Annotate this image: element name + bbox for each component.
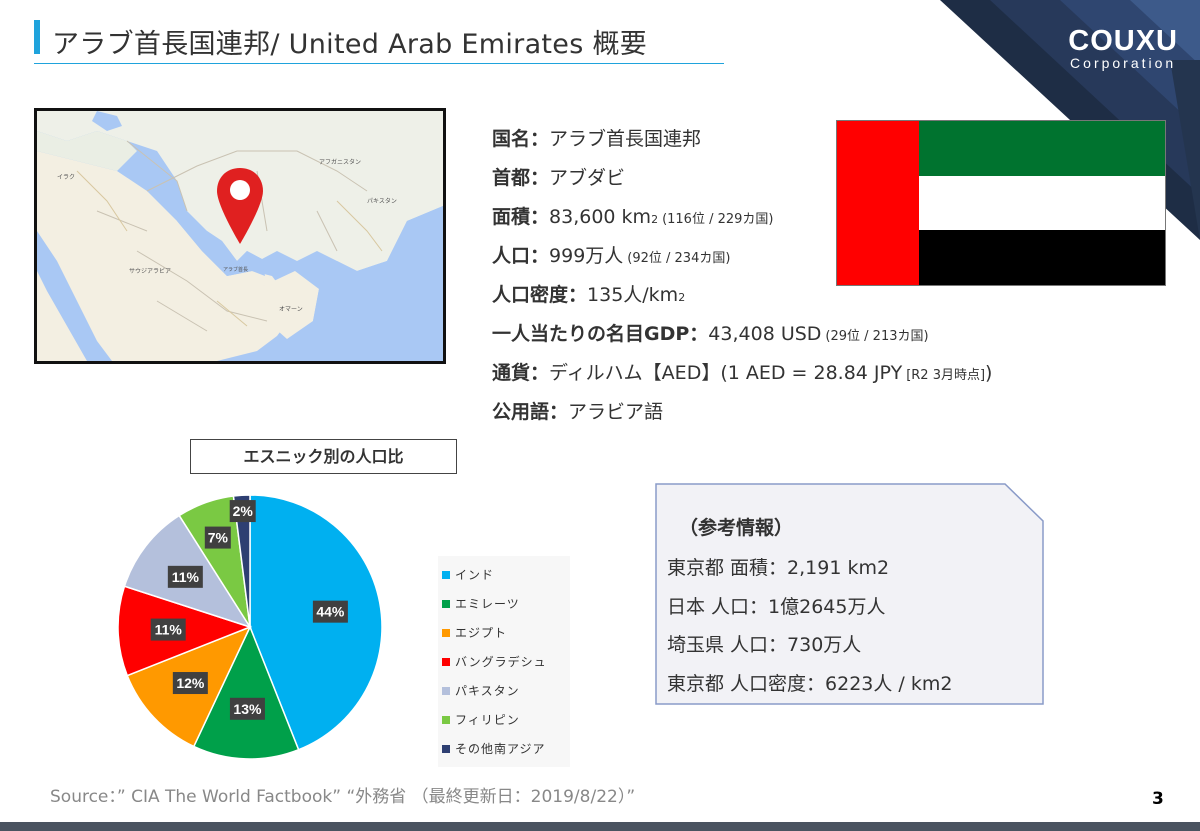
chart-title: エスニック別の人口比 [190, 439, 457, 474]
info-currency: 通貨： ディルハム【AED】(1 AED = 28.84 JPY [R2 3月時… [492, 358, 992, 397]
bottom-bar [0, 822, 1200, 831]
legend-label: フィリピン [455, 713, 520, 727]
legend-item: エミレーツ [442, 589, 566, 618]
legend-label: バングラデシュ [455, 655, 547, 669]
legend-label: インド [455, 568, 495, 582]
legend-swatch [442, 657, 450, 666]
pie-data-label: 13% [229, 697, 265, 720]
info-paren: ) [985, 362, 993, 384]
reference-content: （参考情報） 東京都 面積：2,191 km2 日本 人口：1億2645万人 埼… [667, 513, 952, 705]
pie-data-label: 2% [229, 500, 256, 523]
info-label: 公用語： [492, 401, 569, 423]
legend-item: その他南アジア [442, 734, 566, 763]
pie-data-label: 11% [150, 618, 186, 641]
info-note: [R2 3月時点] [906, 368, 986, 383]
info-label: 人口密度： [492, 284, 588, 306]
map-pin-icon [217, 168, 263, 244]
page-title: アラブ首長国連邦/ United Arab Emirates 概要 [52, 29, 648, 60]
info-rank: (29位 / 213カ国) [825, 329, 929, 344]
svg-text:12%: 12% [176, 675, 205, 691]
svg-text:2%: 2% [233, 503, 254, 519]
pie-data-label: 44% [312, 600, 348, 623]
svg-text:7%: 7% [208, 530, 229, 546]
info-value: 43,408 USD [708, 323, 822, 345]
info-value: 999万人 [549, 245, 624, 267]
info-label: 国名： [492, 128, 550, 150]
info-rank: (116位 / 229カ国) [662, 212, 774, 227]
legend-swatch [442, 570, 450, 579]
flag-red-band [837, 121, 919, 285]
logo-subtitle: Corporation [1070, 55, 1177, 71]
flag-white-band [919, 175, 1165, 231]
page-number: 3 [1152, 789, 1164, 809]
pie-data-label: 11% [167, 565, 203, 588]
legend-label: その他南アジア [455, 742, 546, 756]
info-label: 首都： [492, 167, 550, 189]
reference-line: 東京都 面積：2,191 km2 [667, 557, 890, 579]
legend-swatch [442, 744, 450, 753]
svg-text:11%: 11% [155, 622, 183, 638]
flag-green-band [919, 121, 1165, 176]
info-label: 面積： [492, 206, 550, 228]
info-label: 通貨： [492, 362, 550, 384]
legend-swatch [442, 599, 450, 608]
svg-text:パキスタン: パキスタン [367, 197, 397, 205]
info-superscript: 2 [651, 213, 659, 226]
info-value: 83,600 km [549, 206, 652, 228]
chart-legend: インドエミレーツエジプトバングラデシュ パキスタンフィリピンその他南アジア [438, 556, 570, 767]
svg-text:11%: 11% [172, 569, 200, 585]
pie-data-label: 7% [204, 526, 231, 549]
logo-name: COUXU [1068, 25, 1178, 57]
info-value: ディルハム【AED】(1 AED = 28.84 JPY [549, 362, 903, 384]
svg-text:サウジアラビア: サウジアラビア [129, 267, 171, 275]
legend-swatch [442, 686, 450, 695]
legend-item: バングラデシュ [442, 647, 566, 676]
ethnic-pie-chart: 44% 13% 12% 11% 11% 7% 2% [100, 482, 400, 772]
info-value: アラビア語 [568, 401, 664, 423]
info-label: 一人当たりの名目GDP： [492, 323, 709, 345]
source-citation: Source：” CIA The World Factbook” “外務省 （最… [50, 787, 636, 807]
reference-line: 日本 人口：1億2645万人 [667, 595, 886, 618]
info-rank: (92位 / 234カ国) [627, 251, 731, 266]
svg-text:44%: 44% [316, 604, 345, 620]
svg-text:13%: 13% [233, 701, 262, 717]
info-value: アラブ首長国連邦 [549, 128, 702, 150]
svg-text:アラブ首長: アラブ首長 [223, 266, 248, 273]
reference-line: 埼玉県 人口：730万人 [667, 634, 862, 656]
pie-svg: 44% 13% 12% 11% 11% 7%2% [117, 494, 383, 760]
info-language: 公用語： アラビア語 [492, 397, 992, 436]
legend-swatch [442, 628, 450, 637]
reference-line: 東京都 人口密度：6223人 / km2 [667, 672, 953, 695]
legend-label: パキスタン [455, 684, 520, 698]
reference-title: （参考情報） [679, 517, 794, 539]
reference-box: （参考情報） 東京都 面積：2,191 km2 日本 人口：1億2645万人 埼… [655, 483, 1044, 705]
info-value: 135人/km [587, 284, 679, 306]
legend-swatch [442, 715, 450, 724]
legend-item: フィリピン [442, 705, 566, 734]
title-accent-bar [34, 20, 40, 54]
legend-item: エジプト [442, 618, 566, 647]
flag-black-band [919, 230, 1165, 285]
legend-label: エミレーツ [455, 597, 520, 611]
legend-label: エジプト [455, 626, 508, 640]
legend-item: インド [442, 560, 566, 589]
pie-data-label: 12% [172, 672, 208, 695]
uae-flag [836, 120, 1166, 286]
company-logo: COUXU Corporation [1068, 26, 1178, 70]
info-value: アブダビ [549, 167, 626, 189]
info-label: 人口： [492, 245, 550, 267]
title-underline [34, 63, 724, 64]
svg-text:オマーン: オマーン [279, 306, 303, 313]
svg-text:アフガニスタン: アフガニスタン [319, 158, 361, 166]
info-superscript: 2 [678, 291, 686, 304]
svg-text:イラク: イラク [57, 174, 75, 181]
region-map: アフガニスタン イラク パキスタン サウジアラビア アラブ首長 オマーン [34, 108, 446, 364]
legend-item: パキスタン [442, 676, 566, 705]
info-gdp: 一人当たりの名目GDP： 43,408 USD (29位 / 213カ国) [492, 319, 992, 358]
